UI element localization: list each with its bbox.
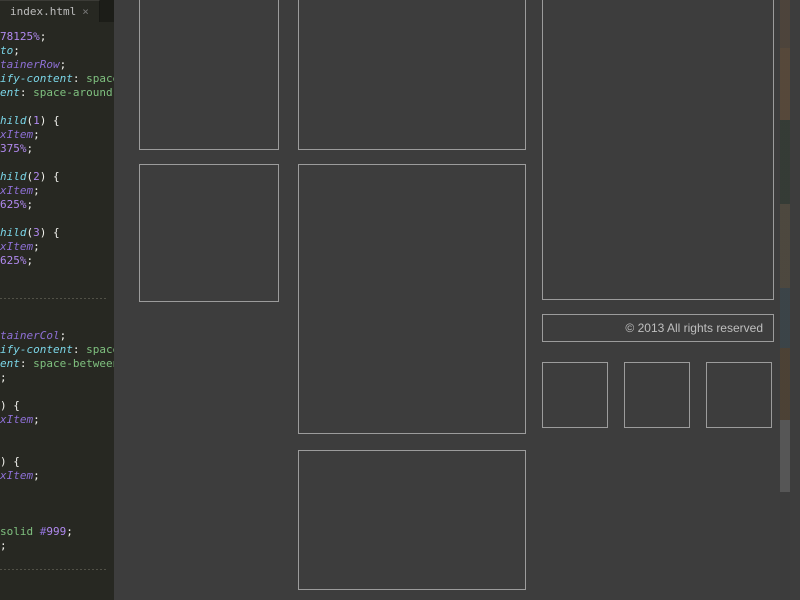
layout-box [298,0,526,150]
thumbnail-strip [780,0,790,600]
layout-box [542,0,774,300]
footer-box: © 2013 All rights reserved [542,314,774,342]
layout-box [298,164,526,434]
code-editor-pane: index.html × 78125%;to;tainerRow;ify-con… [0,0,114,600]
tab-index-html[interactable]: index.html × [0,0,100,22]
tab-label: index.html [10,5,76,18]
code-area[interactable]: 78125%;to;tainerRow;ify-content: space-a… [0,26,114,600]
layout-box [298,450,526,590]
layout-box-small [624,362,690,428]
close-icon[interactable]: × [82,6,89,17]
layout-box [139,0,279,150]
layout-box-small [542,362,608,428]
copyright-text: © 2013 All rights reserved [625,321,763,335]
layout-box [139,164,279,302]
layout-box-small [706,362,772,428]
browser-preview: © 2013 All rights reserved [114,0,790,600]
tab-strip: index.html × [0,0,114,22]
